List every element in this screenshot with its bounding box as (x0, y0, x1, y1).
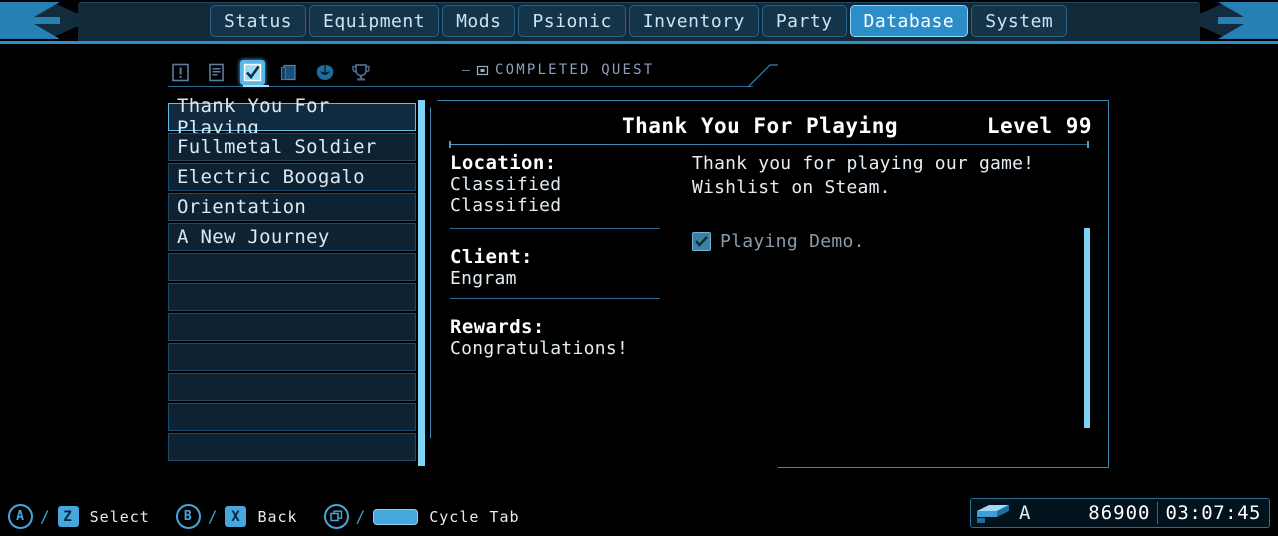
main-tab-list: Status Equipment Mods Psionic Inventory Party… (210, 5, 1068, 37)
detail-field: Rewards: Congratulations! (450, 316, 680, 359)
objective-label: Playing Demo. (720, 231, 865, 252)
prompt-label: Select (89, 507, 150, 526)
quest-list-item-empty (168, 373, 416, 401)
quest-list-item-empty (168, 343, 416, 371)
divider-cap-right (1087, 141, 1089, 148)
detail-level: Level 99 (986, 114, 1092, 138)
bottom-status-bar: A / Z Select B / X Back / Cycle Tab A 86900 03:07… (0, 492, 1278, 536)
trophy-icon[interactable] (348, 60, 373, 85)
detail-field-label: Location: (450, 152, 557, 174)
detail-field-divider (450, 298, 660, 299)
quest-list-item-empty (168, 433, 416, 461)
quest-list-item-empty (168, 253, 416, 281)
objective-row: Playing Demo. (692, 231, 865, 252)
quest-list-item-empty (168, 283, 416, 311)
gamepad-button-a-icon: A (8, 504, 33, 529)
icon-tabs-active-marker (243, 85, 269, 87)
detail-scrollbar[interactable] (1084, 228, 1090, 428)
codex-icon[interactable] (276, 60, 301, 85)
resource-block-icon (971, 499, 1015, 527)
keyboard-key-x-icon: X (225, 506, 247, 527)
quest-list[interactable]: Thank You For Playing Fullmetal Soldier El… (168, 95, 416, 461)
tab-status[interactable]: Status (210, 5, 307, 37)
prompt-separator: / (207, 507, 219, 526)
quest-list-item[interactable]: Orientation (168, 193, 416, 221)
prompt-separator: / (355, 507, 367, 526)
quest-list-item-empty (168, 313, 416, 341)
detail-field-divider (450, 228, 660, 229)
button-prompt: B / X Back (175, 504, 298, 529)
header-leader-line (462, 69, 470, 71)
gamepad-shoulder-icon (323, 504, 349, 529)
document-icon[interactable] (204, 60, 229, 85)
tab-equipment[interactable]: Equipment (309, 5, 440, 37)
button-prompts: A / Z Select B / X Back / Cycle Tab (8, 504, 520, 529)
currency-amount: 86900 (1088, 502, 1151, 524)
header-connector-line (748, 64, 778, 88)
quest-detail-panel: Thank You For Playing Level 99 Location:… (418, 100, 1109, 468)
tab-psionic[interactable]: Psionic (518, 5, 626, 37)
quest-marker-icon (476, 65, 489, 75)
prompt-label: Cycle Tab (429, 507, 520, 526)
tab-mods[interactable]: Mods (442, 5, 516, 37)
tab-party[interactable]: Party (761, 5, 847, 37)
button-prompt: A / Z Select (8, 504, 150, 529)
quest-list-item[interactable]: Thank You For Playing (168, 95, 416, 139)
detail-field: Client: Engram (450, 246, 680, 289)
detail-field-value: Classified (450, 174, 562, 195)
category-icon-tabs (168, 58, 373, 86)
objective-checkbox-icon (692, 232, 711, 251)
checkmark-icon[interactable] (240, 59, 265, 85)
detail-field-value: Engram (450, 268, 517, 289)
prompt-label: Back (257, 507, 298, 526)
tab-database[interactable]: Database (849, 5, 969, 37)
detail-title-divider (449, 144, 1089, 145)
detail-field-label: Rewards: (450, 316, 545, 338)
topbar-underline (0, 41, 1278, 44)
detail-field-value: Classified (450, 195, 562, 216)
quest-list-item[interactable]: A New Journey (168, 223, 416, 251)
detail-field-label: Client: (450, 246, 533, 268)
quest-list-item[interactable]: Fullmetal Soldier (168, 133, 416, 161)
section-header-label: COMPLETED QUEST (495, 62, 655, 78)
prompt-separator: / (40, 507, 51, 526)
currency-symbol: A (1019, 502, 1031, 524)
spacebar-key-icon (373, 508, 419, 525)
resource-hud: A 86900 03:07:45 (970, 498, 1270, 528)
alien-icon[interactable] (312, 60, 337, 85)
button-prompt: / Cycle Tab (323, 504, 520, 529)
detail-field: Location: Classified Classified (450, 152, 680, 216)
section-header: COMPLETED QUEST (462, 62, 654, 78)
detail-field-value: Congratulations! (450, 338, 629, 359)
detail-panel-accent-bar (418, 100, 425, 466)
alert-icon[interactable] (168, 60, 193, 85)
detail-body-text: Thank you for playing our game! Wishlist… (692, 153, 1035, 198)
quest-list-item[interactable]: Electric Boogalo (168, 163, 416, 191)
gamepad-button-b-icon: B (175, 504, 201, 529)
quest-list-item-empty (168, 403, 416, 431)
tab-system[interactable]: System (971, 5, 1068, 37)
top-navigation-bar: Status Equipment Mods Psionic Inventory Party… (0, 0, 1278, 44)
keyboard-key-z-icon: Z (57, 506, 79, 527)
tab-inventory[interactable]: Inventory (628, 5, 759, 37)
play-time: 03:07:45 (1157, 502, 1269, 524)
